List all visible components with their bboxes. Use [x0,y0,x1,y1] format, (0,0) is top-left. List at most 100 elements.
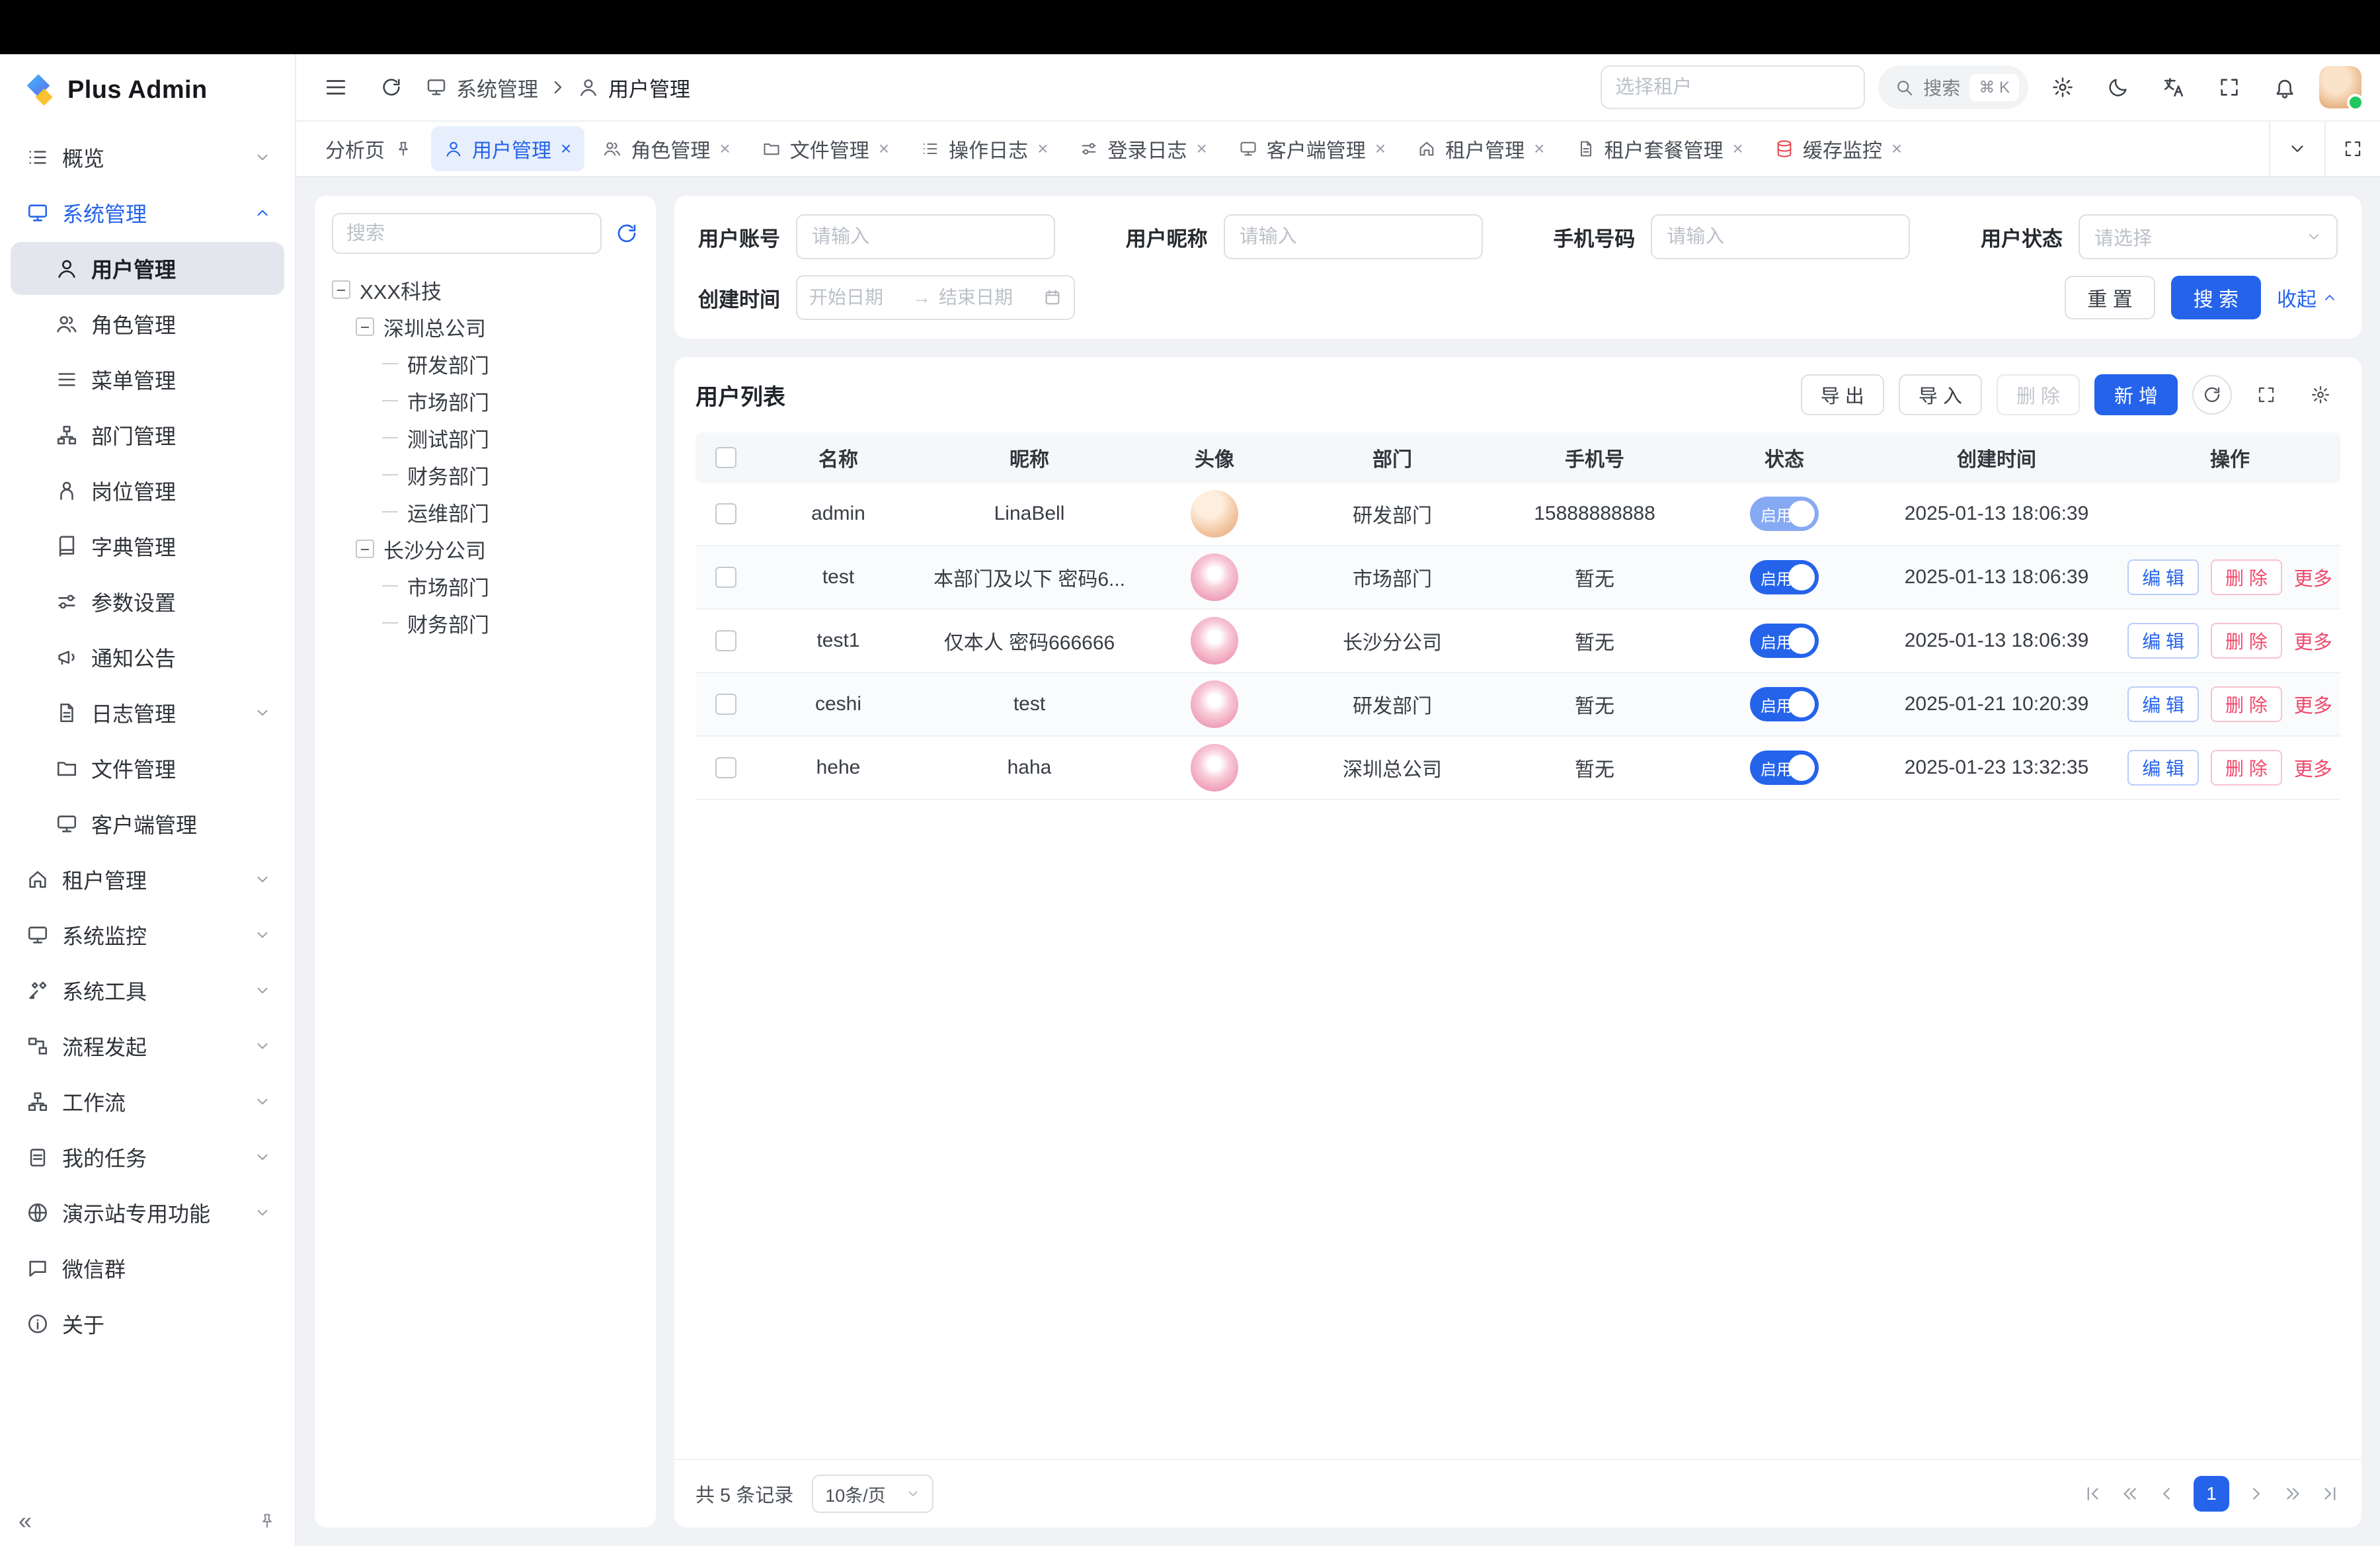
date-range-picker[interactable]: → [796,275,1075,320]
pin-icon[interactable] [258,1512,276,1530]
sidebar-item-role-management[interactable]: 角色管理 [11,298,284,350]
fullscreen-icon[interactable] [2208,66,2250,108]
close-icon[interactable]: × [879,140,889,158]
status-toggle[interactable]: 启用 [1750,751,1819,785]
edit-button[interactable]: 编 辑 [2127,686,2199,722]
close-icon[interactable]: × [719,140,730,158]
sidebar-item-process-start[interactable]: 流程发起 [11,1020,284,1073]
row-checkbox[interactable] [715,630,736,651]
tree-node-leaf[interactable]: 财务部门 [332,456,639,493]
tab-operation-log[interactable]: 操作日志 × [908,126,1061,171]
edit-button[interactable]: 编 辑 [2127,559,2199,595]
row-delete-button[interactable]: 删 除 [2211,623,2282,659]
tree-node-branch[interactable]: 长沙分公司 [332,530,639,567]
account-input[interactable] [796,214,1055,259]
search-button[interactable]: 搜 索 [2171,276,2261,319]
tab-analysis[interactable]: 分析页 [312,126,426,171]
row-delete-button[interactable]: 删 除 [2211,559,2282,595]
close-icon[interactable]: × [561,140,571,158]
tab-tenant-package[interactable]: 租户套餐管理 × [1564,126,1757,171]
tab-cache-monitor[interactable]: 缓存监控 × [1762,126,1915,171]
close-icon[interactable]: × [1891,140,1902,158]
more-link[interactable]: 更多 [2294,627,2332,655]
select-all-checkbox[interactable] [715,447,736,468]
tab-user-management[interactable]: 用户管理 × [431,126,584,171]
tab-role-management[interactable]: 角色管理 × [590,126,743,171]
tree-node-leaf[interactable]: 财务部门 [332,604,639,641]
sidebar-item-demo-features[interactable]: 演示站专用功能 [11,1186,284,1239]
more-link[interactable]: 更多 [2294,754,2332,782]
date-start-input[interactable] [809,287,904,308]
user-avatar[interactable] [2319,66,2361,108]
sidebar-item-menu-management[interactable]: 菜单管理 [11,353,284,406]
refresh-icon[interactable] [370,66,413,108]
page-size-select[interactable]: 10条/页 [812,1475,933,1513]
sidebar-item-wechat-group[interactable]: 微信群 [11,1242,284,1295]
content-fullscreen-icon[interactable] [2324,122,2380,176]
sidebar-item-system-management[interactable]: 系统管理 [11,186,284,239]
status-select[interactable]: 请选择 [2079,214,2338,259]
hamburger-menu-icon[interactable] [315,66,357,108]
row-checkbox[interactable] [715,757,736,778]
close-icon[interactable]: × [1037,140,1048,158]
tab-client-management[interactable]: 客户端管理 × [1226,126,1399,171]
tree-node-leaf[interactable]: 运维部门 [332,493,639,530]
table-refresh-icon[interactable] [2192,375,2232,415]
sidebar-item-notice[interactable]: 通知公告 [11,631,284,684]
breadcrumb-root[interactable]: 系统管理 [456,73,538,102]
close-icon[interactable]: × [1534,140,1544,158]
tab-tenant-management[interactable]: 租户管理 × [1404,126,1558,171]
sidebar-item-file-management[interactable]: 文件管理 [11,742,284,795]
tree-collapse-icon[interactable] [356,317,374,336]
next-5-pages-icon[interactable] [2283,1484,2303,1504]
table-fullscreen-icon[interactable] [2246,375,2286,415]
import-button[interactable]: 导 入 [1899,374,1982,415]
close-icon[interactable]: × [1375,140,1386,158]
settings-gear-icon[interactable] [2042,66,2084,108]
delete-button[interactable]: 删 除 [1997,374,2080,415]
phone-input[interactable] [1651,214,1910,259]
tree-collapse-icon[interactable] [332,280,350,299]
sidebar-collapse-icon[interactable]: « [19,1509,32,1533]
dark-mode-moon-icon[interactable] [2097,66,2139,108]
sidebar-item-my-tasks[interactable]: 我的任务 [11,1131,284,1184]
tenant-select-input[interactable] [1601,65,1865,109]
last-page-icon[interactable] [2320,1484,2340,1504]
row-delete-button[interactable]: 删 除 [2211,750,2282,786]
sidebar-item-tenant-management[interactable]: 租户管理 [11,853,284,906]
tree-node-root[interactable]: XXX科技 [332,271,639,308]
table-settings-icon[interactable] [2301,375,2340,415]
sidebar-item-client-management[interactable]: 客户端管理 [11,797,284,850]
sidebar-item-about[interactable]: 关于 [11,1297,284,1350]
tree-refresh-icon[interactable] [615,222,639,245]
tree-node-leaf[interactable]: 市场部门 [332,382,639,419]
sidebar-item-post-management[interactable]: 岗位管理 [11,464,284,517]
row-checkbox[interactable] [715,503,736,524]
tree-node-leaf[interactable]: 市场部门 [332,567,639,604]
sidebar-item-user-management[interactable]: 用户管理 [11,242,284,295]
next-page-icon[interactable] [2246,1484,2266,1504]
tree-collapse-icon[interactable] [356,540,374,558]
language-icon[interactable] [2153,66,2195,108]
notification-bell-icon[interactable] [2264,66,2306,108]
more-link[interactable]: 更多 [2294,690,2332,718]
sidebar-item-dict-management[interactable]: 字典管理 [11,520,284,573]
sidebar-item-system-monitor[interactable]: 系统监控 [11,909,284,961]
collapse-filters-link[interactable]: 收起 [2277,283,2338,312]
tab-list-chevron-icon[interactable] [2269,122,2324,176]
current-page[interactable]: 1 [2194,1476,2229,1512]
tree-node-leaf[interactable]: 研发部门 [332,345,639,382]
sidebar-item-param-settings[interactable]: 参数设置 [11,575,284,628]
tree-search-input[interactable] [332,213,602,254]
more-link[interactable]: 更多 [2294,563,2332,591]
status-toggle[interactable]: 启用 [1750,560,1819,594]
row-checkbox[interactable] [715,694,736,715]
tab-login-log[interactable]: 登录日志 × [1066,126,1220,171]
tree-node-branch[interactable]: 深圳总公司 [332,308,639,345]
sidebar-item-system-tools[interactable]: 系统工具 [11,964,284,1017]
pin-icon[interactable] [394,140,413,158]
status-toggle[interactable]: 启用 [1750,687,1819,721]
sidebar-item-workflow[interactable]: 工作流 [11,1075,284,1128]
close-icon[interactable]: × [1733,140,1743,158]
edit-button[interactable]: 编 辑 [2127,750,2199,786]
